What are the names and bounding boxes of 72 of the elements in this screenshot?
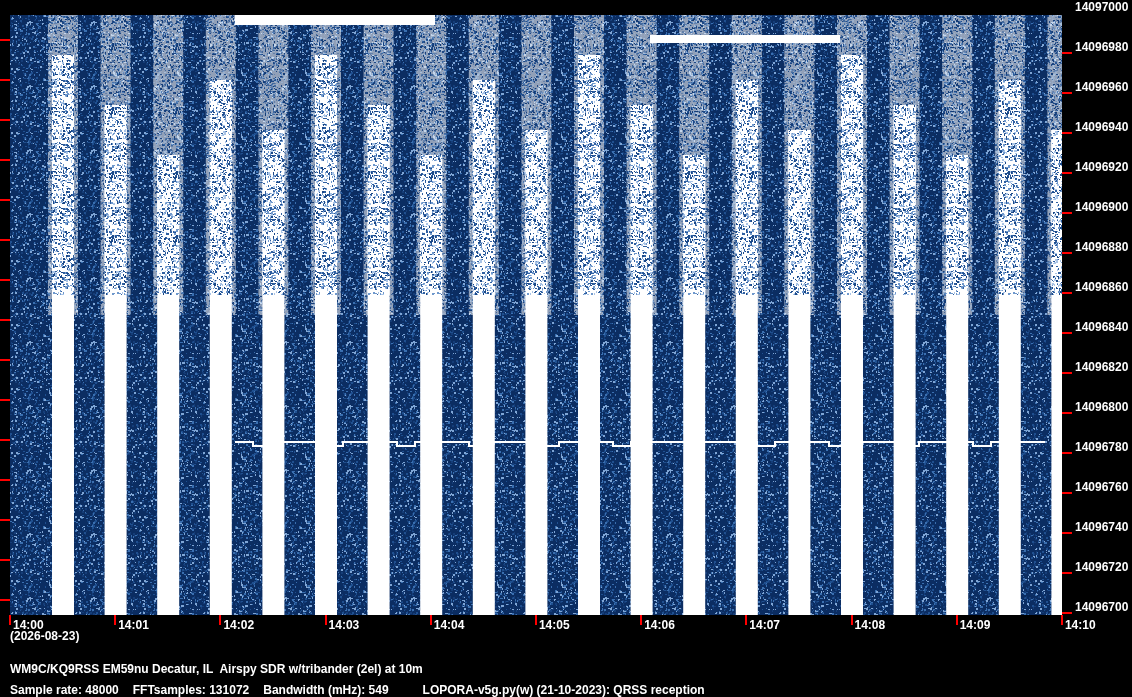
frequency-label: 14096920 xyxy=(1075,161,1129,173)
time-label: 14:01 xyxy=(118,619,149,631)
parameter-label: FFTsamples: 131072 xyxy=(132,684,250,696)
axis-tick xyxy=(0,319,10,321)
axis-tick xyxy=(0,439,10,441)
time-label: 14:04 xyxy=(433,619,465,631)
time-label: 14:07 xyxy=(749,619,780,631)
axis-tick xyxy=(1062,292,1072,294)
frequency-label: 14096740 xyxy=(1075,521,1129,533)
time-label: 14:05 xyxy=(538,619,570,631)
axis-tick xyxy=(0,39,10,41)
time-label: 14:09 xyxy=(959,619,991,631)
axis-tick xyxy=(0,399,10,401)
frequency-label: 14096880 xyxy=(1075,241,1129,253)
axis-tick xyxy=(534,615,537,625)
frequency-label: 14096720 xyxy=(1075,561,1129,573)
axis-tick xyxy=(0,599,10,601)
axis-tick xyxy=(1062,172,1072,174)
time-label: 14:00 xyxy=(13,619,44,631)
axis-tick xyxy=(0,279,10,281)
axis-tick xyxy=(0,199,10,201)
axis-tick xyxy=(0,479,10,481)
frequency-label: 14096960 xyxy=(1075,81,1129,93)
axis-tick xyxy=(0,519,10,521)
frequency-label: 14096900 xyxy=(1075,201,1129,213)
frequency-label: 14096700 xyxy=(1075,601,1129,613)
axis-tick xyxy=(1062,452,1072,454)
time-label: 14:10 xyxy=(1064,619,1096,631)
axis-tick xyxy=(1062,252,1072,254)
axis-tick xyxy=(114,615,117,625)
station-info: WM9C/KQ9RSS EM59nu Decatur, IL Airspy SDR w/tribander (2el) at 10m xyxy=(9,663,424,675)
axis-tick xyxy=(1062,412,1072,414)
time-label: 14:08 xyxy=(854,619,886,631)
time-label: 14:03 xyxy=(328,619,360,631)
frequency-label: 14096840 xyxy=(1075,321,1129,333)
axis-tick xyxy=(0,119,10,121)
axis-tick xyxy=(0,79,10,81)
axis-tick xyxy=(324,615,327,625)
axis-tick xyxy=(0,559,10,561)
axis-tick xyxy=(1062,572,1072,574)
frequency-label: 14096940 xyxy=(1075,121,1129,133)
axis-tick xyxy=(1062,372,1072,374)
frequency-label: 14096980 xyxy=(1075,41,1129,53)
axis-tick xyxy=(429,615,432,625)
axis-tick xyxy=(0,359,10,361)
axis-tick xyxy=(0,159,10,161)
axis-tick xyxy=(955,615,958,625)
axis-tick xyxy=(1062,492,1072,494)
axis-tick xyxy=(1062,132,1072,134)
parameter-label: Sample rate: 48000 xyxy=(10,684,119,696)
time-label: 14:06 xyxy=(644,619,675,631)
axis-tick xyxy=(850,615,853,625)
axis-tick xyxy=(1062,332,1072,334)
axis-tick xyxy=(1062,532,1072,534)
axis-tick xyxy=(1062,92,1072,94)
frequency-label: 14096760 xyxy=(1075,481,1129,493)
axis-tick xyxy=(1062,212,1072,214)
frequency-label: 14096800 xyxy=(1075,401,1129,413)
frequency-label: 14096780 xyxy=(1075,441,1129,453)
frequency-label: 14096860 xyxy=(1075,281,1129,293)
frequency-label: 14096820 xyxy=(1075,361,1129,373)
date-label: (2026-08-23) xyxy=(9,630,81,642)
parameter-label: Bandwidth (mHz): 549 xyxy=(263,684,389,696)
axis-tick xyxy=(0,239,10,241)
axis-tick xyxy=(219,615,222,625)
axis-tick xyxy=(1062,52,1072,54)
axis-tick xyxy=(745,615,748,625)
axis-tick xyxy=(9,615,11,625)
software-label: LOPORA-v5g.py(w) (21-10-2023): QRSS reception xyxy=(422,684,705,696)
axis-tick xyxy=(640,615,643,625)
frequency-label: 14097000 xyxy=(1075,1,1129,13)
time-label: 14:02 xyxy=(223,619,255,631)
